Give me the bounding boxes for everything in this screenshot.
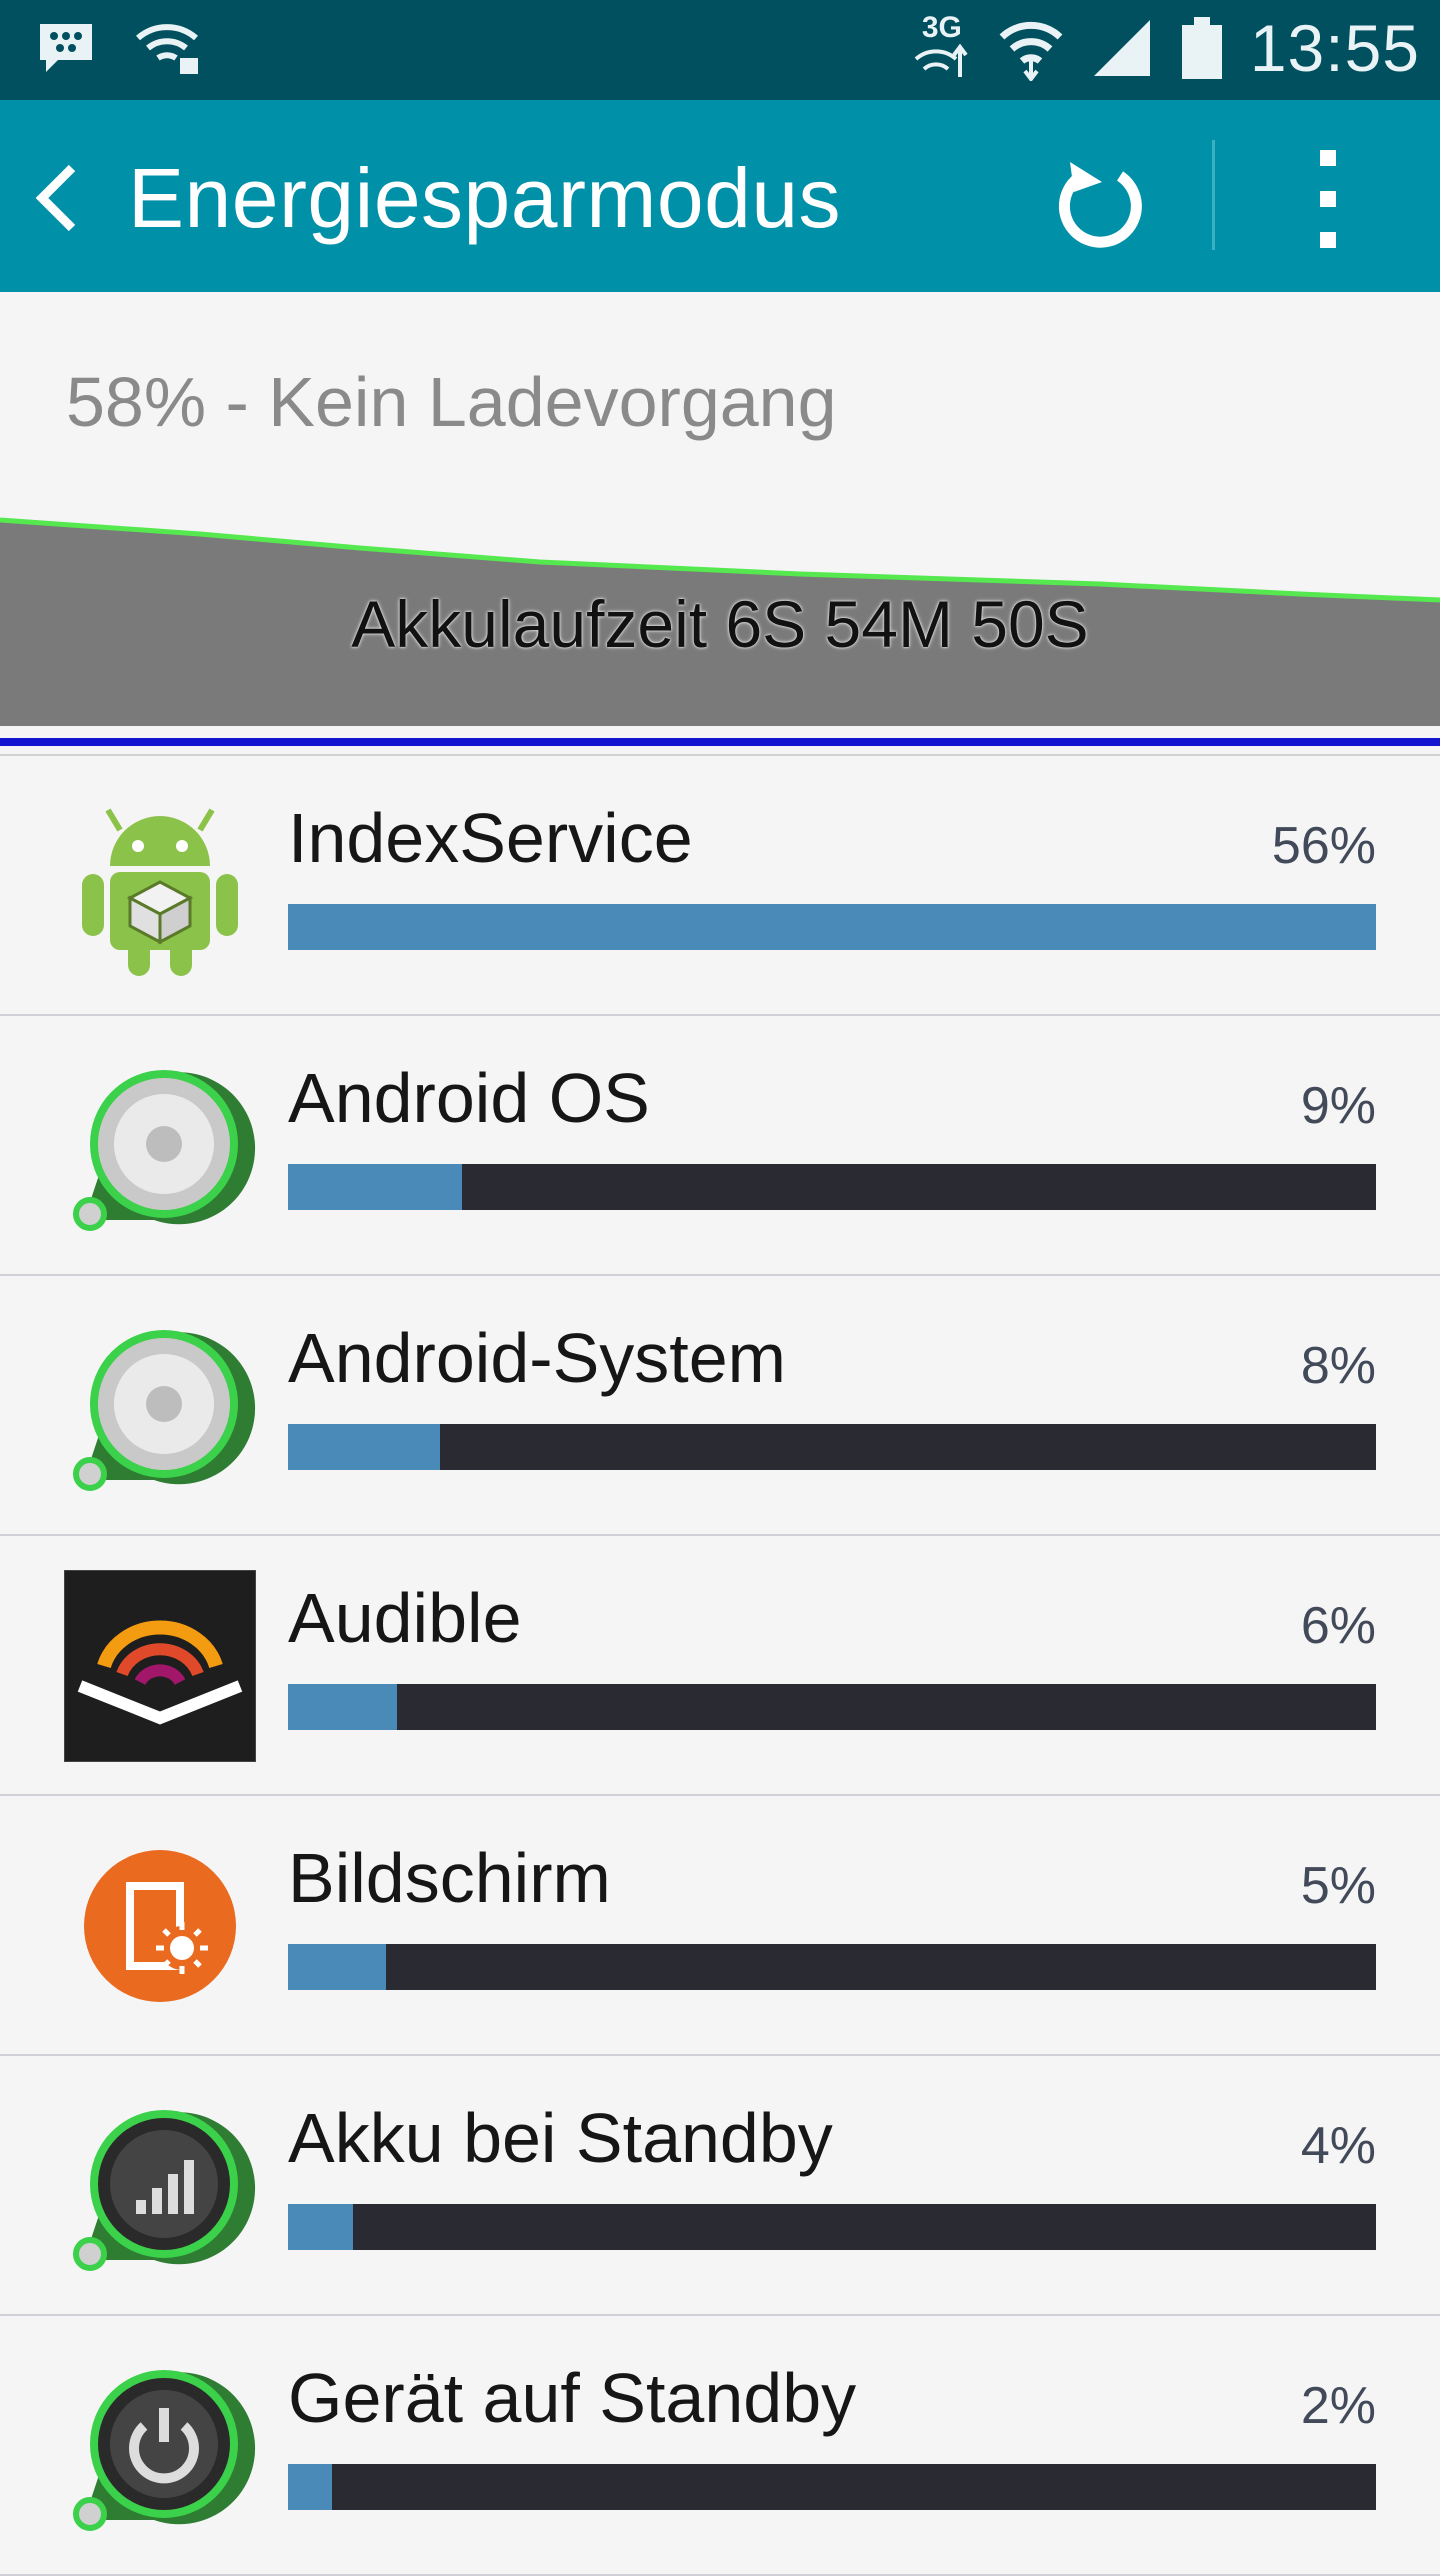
signal-icon (1090, 16, 1154, 80)
usage-row-audible[interactable]: Audible 6% (0, 1536, 1440, 1796)
usage-percent: 9% (1300, 1077, 1376, 1135)
android-system-icon (64, 1310, 256, 1502)
more-options-button[interactable] (1300, 144, 1360, 254)
graph-divider (0, 738, 1440, 746)
battery-runtime-label: Akkulaufzeit 6S 54M 50S (351, 587, 1089, 661)
battery-summary: 58% - Kein Ladevorgang (0, 292, 1440, 518)
chevron-left-icon (28, 164, 88, 250)
usage-row-geraet-standby[interactable]: Gerät auf Standby 2% (0, 2316, 1440, 2576)
android-package-icon (64, 790, 256, 982)
usage-bar (288, 2204, 1376, 2250)
app-name: Gerät auf Standby (288, 2359, 857, 2437)
usage-row-akku-standby[interactable]: Akku bei Standby 4% (0, 2056, 1440, 2316)
battery-graph: Akkulaufzeit 6S 54M 50S (0, 516, 1440, 726)
app-name: Bildschirm (288, 1839, 611, 1917)
usage-bar (288, 1684, 1376, 1730)
battery-usage-list: IndexService 56% Android OS 9% Android-S (0, 756, 1440, 2576)
usage-bar (288, 1424, 1376, 1470)
usage-row-bildschirm[interactable]: Bildschirm 5% (0, 1796, 1440, 2056)
usage-row-android-system[interactable]: Android-System 8% (0, 1276, 1440, 1536)
usage-bar-fill (288, 1424, 441, 1470)
screen-brightness-icon (64, 1830, 256, 2022)
battery-status-text: 58% - Kein Ladevorgang (66, 363, 837, 441)
battery-icon (1180, 15, 1224, 81)
usage-bar (288, 904, 1376, 950)
app-name: Audible (288, 1579, 522, 1657)
action-bar-divider (1212, 140, 1215, 250)
usage-bar (288, 1944, 1376, 1990)
back-button[interactable] (28, 150, 98, 246)
power-standby-icon (64, 2350, 256, 2542)
app-name: IndexService (288, 799, 693, 877)
usage-percent: 6% (1300, 1597, 1376, 1655)
usage-row-indexservice[interactable]: IndexService 56% (0, 756, 1440, 1016)
usage-bar-fill (288, 1164, 463, 1210)
usage-bar-fill (288, 2464, 332, 2510)
graph-spacer (0, 726, 1440, 738)
usage-bar (288, 2464, 1376, 2510)
usage-bar-fill (288, 904, 1376, 950)
status-clock: 13:55 (1249, 11, 1420, 85)
usage-row-android-os[interactable]: Android OS 9% (0, 1016, 1440, 1276)
usage-percent: 4% (1300, 2117, 1376, 2175)
status-bar: 3G 13:55 (0, 0, 1440, 100)
3g-data-icon: 3G (912, 13, 972, 83)
app-name: Android-System (288, 1319, 786, 1397)
action-bar: Energiesparmodus (0, 100, 1440, 292)
usage-bar-fill (288, 2204, 354, 2250)
usage-bar (288, 1164, 1376, 1210)
wifi-icon (998, 15, 1064, 81)
list-top-border (0, 746, 1440, 756)
bbm-icon (36, 20, 96, 76)
refresh-icon (1050, 162, 1150, 258)
audible-icon (63, 1569, 257, 1763)
usage-bar-fill (288, 1944, 386, 1990)
app-name: Akku bei Standby (288, 2099, 833, 2177)
app-name: Android OS (288, 1059, 650, 1137)
wifi-lock-icon (132, 18, 204, 78)
network-type-label: 3G (921, 11, 962, 44)
usage-percent: 8% (1300, 1337, 1376, 1395)
refresh-button[interactable] (1050, 154, 1150, 254)
more-vert-icon (1300, 150, 1360, 258)
android-os-icon (64, 1050, 256, 1242)
usage-percent: 56% (1271, 817, 1376, 875)
cell-standby-icon (64, 2090, 256, 2282)
page-title: Energiesparmodus (128, 151, 842, 245)
usage-percent: 2% (1300, 2377, 1376, 2435)
usage-percent: 5% (1300, 1857, 1376, 1915)
usage-bar-fill (288, 1684, 397, 1730)
